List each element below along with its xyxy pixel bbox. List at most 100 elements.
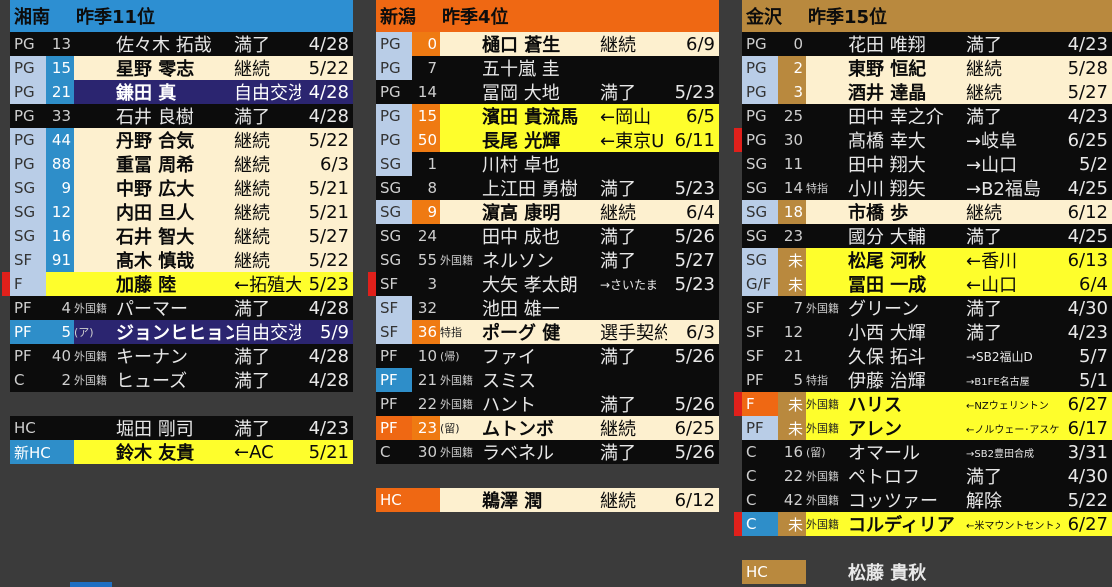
player-tag — [806, 152, 848, 176]
player-row: PG 2 東野 恒紀 継続 5/28 — [742, 56, 1112, 80]
player-name: 石井 良樹 — [116, 107, 194, 128]
contract-status — [600, 368, 667, 392]
update-date: 6/5 — [686, 105, 715, 127]
player-row: SG 18 市橋 歩 継続 6/12 — [742, 200, 1112, 224]
update-date: 6/3 — [320, 153, 349, 175]
player-row: SG 9 中野 広大 継続 5/21 — [10, 176, 353, 200]
contract-status: 自由交渉 — [234, 83, 301, 104]
player-name: 冨田 一成 — [848, 275, 927, 296]
player-tag: 外国籍 — [440, 254, 473, 267]
position-cell: HC — [376, 488, 440, 512]
player-tag — [74, 128, 116, 152]
update-date: 5/21 — [308, 201, 349, 223]
player-name: ネルソン — [482, 251, 554, 272]
position-cell: PF — [376, 392, 412, 416]
contract-status — [966, 560, 1060, 584]
update-date: 6/4 — [686, 201, 715, 223]
update-date: 4/23 — [1067, 321, 1108, 343]
contract-status: 継続 — [600, 419, 636, 440]
update-date — [667, 152, 719, 176]
player-tag — [806, 320, 848, 344]
position-cell: SG — [376, 248, 412, 272]
player-row: PG 0 花田 唯翔 満了 4/23 — [742, 32, 1112, 56]
jersey-number: 21 — [46, 80, 74, 104]
player-name: 市橋 歩 — [848, 203, 909, 224]
player-row: PG 13 佐々木 拓哉 満了 4/28 — [10, 32, 353, 56]
player-row: PF 23 (留) ムトンボ 継続 6/25 — [376, 416, 719, 440]
contract-status: ←香川 — [966, 251, 1018, 272]
contract-status: 継続 — [966, 83, 1002, 104]
position-cell: PG — [10, 56, 46, 80]
team-name: 新潟 — [380, 7, 416, 28]
position-cell: SG — [376, 152, 412, 176]
jersey-number: 36 — [412, 320, 440, 344]
player-tag: 外国籍 — [440, 446, 473, 459]
position-cell: SF — [10, 248, 46, 272]
player-tag: 外国籍 — [806, 398, 839, 411]
contract-status: 満了 — [600, 395, 636, 416]
contract-status: 満了 — [234, 371, 270, 392]
player-name: キーナン — [116, 347, 188, 368]
player-name: 田中 成也 — [482, 227, 560, 248]
player-row: HC 堀田 剛司 満了 4/23 — [10, 416, 353, 440]
jersey-number: 25 — [778, 104, 806, 128]
player-row: 新HC 鈴木 友貴 ←AC 5/21 — [10, 440, 353, 464]
player-tag: 外国籍 — [806, 494, 839, 507]
team-header: 湘南 昨季11位 — [10, 0, 353, 32]
update-date: 4/30 — [1067, 465, 1108, 487]
position-cell: G/F — [742, 272, 778, 296]
update-date: 4/25 — [1067, 225, 1108, 247]
jersey-number: 2 — [778, 56, 806, 80]
position-cell: SG — [376, 176, 412, 200]
update-date: 4/23 — [308, 417, 349, 439]
contract-status: 解除 — [966, 491, 1002, 512]
update-date: 4/28 — [308, 297, 349, 319]
position-cell: PG — [10, 80, 46, 104]
jersey-number: 未 — [778, 512, 806, 536]
contract-status: 満了 — [966, 227, 1002, 248]
player-row: F 加藤 陸 ←拓殖大 5/23 — [2, 272, 353, 296]
position-cell: PG — [376, 32, 412, 56]
contract-status: ←岡山 — [600, 107, 652, 128]
update-date: 5/23 — [674, 273, 715, 295]
player-tag: 外国籍 — [806, 470, 839, 483]
contract-status: 満了 — [600, 347, 636, 368]
player-name: 松藤 貴秋 — [848, 563, 927, 584]
player-tag — [806, 200, 848, 224]
player-name: ムトンボ — [482, 419, 554, 440]
contract-status: 満了 — [600, 443, 636, 464]
position-cell: SG — [10, 200, 46, 224]
position-cell: 新HC — [10, 440, 74, 464]
position-cell: PF — [10, 320, 46, 344]
position-cell: PG — [10, 152, 46, 176]
contract-status: 自由交渉 — [234, 323, 301, 344]
contract-status — [600, 56, 667, 80]
update-date: 5/1 — [1079, 369, 1108, 391]
jersey-number: 50 — [412, 128, 440, 152]
contract-status: →B2福島 — [966, 179, 1041, 200]
player-tag: 外国籍 — [74, 374, 107, 387]
player-tag — [74, 176, 116, 200]
player-tag: (留) — [440, 422, 460, 435]
contract-status: 継続 — [234, 131, 270, 152]
jersey-number: 88 — [46, 152, 74, 176]
player-name: ポーグ 健 — [482, 323, 561, 344]
position-cell: PF — [10, 296, 46, 320]
update-date: 4/28 — [308, 105, 349, 127]
player-row: PF 22 外国籍 ハント 満了 5/26 — [376, 392, 719, 416]
position-cell: PG — [376, 56, 412, 80]
player-name: ファイ — [482, 347, 536, 368]
position-cell: SG — [742, 224, 778, 248]
contract-status: 満了 — [234, 107, 270, 128]
jersey-number: 1 — [412, 152, 440, 176]
contract-status: →さいたま — [600, 277, 658, 292]
position-cell: PF — [376, 368, 412, 392]
position-cell: PG — [742, 32, 778, 56]
jersey-number: 15 — [412, 104, 440, 128]
update-date: 5/26 — [674, 441, 715, 463]
position-cell: SF — [376, 320, 412, 344]
player-name: 中野 広大 — [116, 179, 195, 200]
player-name: 重冨 周希 — [116, 155, 195, 176]
